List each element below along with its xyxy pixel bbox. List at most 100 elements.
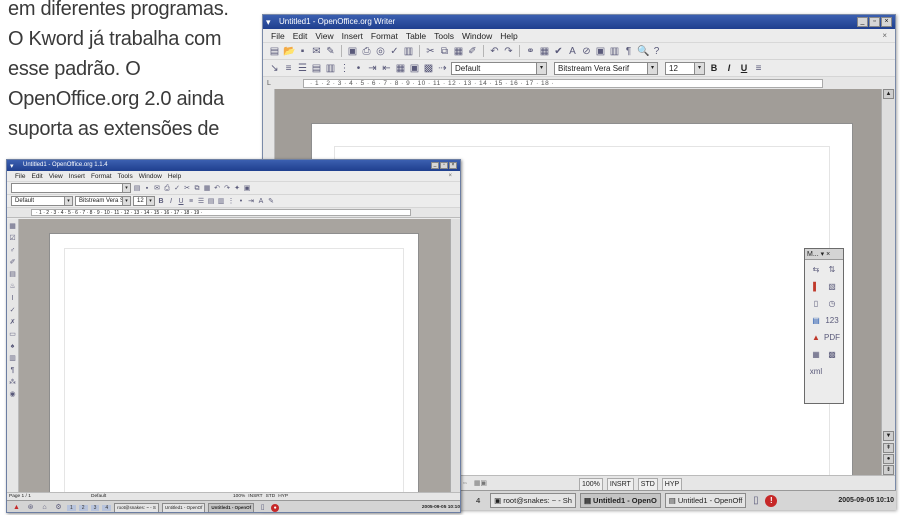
desktop-3[interactable]: 3 [90,504,100,511]
highlighting-icon[interactable]: ✎ [267,197,275,206]
export-pdf-icon[interactable]: ▣ [347,46,358,57]
edit-autotext-icon[interactable]: ♨ [8,282,17,291]
font-color-icon[interactable]: ▦ [395,63,406,74]
taskbar-task-writer-active[interactable]: Untitled1 - OpenOf [208,502,255,512]
new-document-icon[interactable]: ▤ [269,46,280,57]
menu-insert[interactable]: Insert [69,171,85,181]
next-page-icon[interactable]: ⇟ [883,465,894,475]
edit-file-icon[interactable]: ▤ [133,184,141,193]
menu-window[interactable]: Window [462,29,492,42]
align-left-icon[interactable]: ≡ [753,63,764,74]
table-icon[interactable]: ▦ [808,350,824,360]
underline-icon[interactable]: U [177,197,185,206]
align-right-icon[interactable]: ▤ [311,63,322,74]
settings-icon[interactable]: ⚙ [53,502,64,512]
menu-file[interactable]: File [271,29,285,42]
maximize-button[interactable]: ▫ [440,162,448,169]
paragraph-style-select[interactable]: Default ▾ [451,61,547,75]
menu-help[interactable]: Help [168,171,181,181]
underline-button[interactable]: U [738,63,750,73]
desktop-pager[interactable]: 4 [476,496,480,505]
chevron-down-icon[interactable]: ▾ [694,62,704,74]
kde-menu-icon[interactable]: ▲ [11,502,22,512]
gallery-icon[interactable]: ▣ [243,184,251,193]
vertical-scrollbar[interactable] [450,219,460,492]
menu-format[interactable]: Format [91,171,112,181]
justify-icon[interactable]: ▥ [325,63,336,74]
taskbar-task-terminal[interactable]: ▣ root@snakes: ~ - Sh [490,493,576,508]
autospellcheck-icon[interactable]: ▥ [403,46,414,57]
binoculars-icon[interactable]: ♠ [8,342,17,351]
chart-icon[interactable]: ▌ [808,282,824,292]
floating-panel-title[interactable]: M... ▾ × [805,249,843,260]
indent-icon[interactable]: ⇥ [247,197,255,206]
copy-icon[interactable]: ⧉ [439,46,450,57]
insert-object-icon[interactable]: ♂ [8,246,17,255]
align-center-icon[interactable]: ☰ [197,197,205,206]
redo-icon[interactable]: ↷ [223,184,231,193]
save-icon[interactable]: ▪ [143,184,151,193]
clipboard-icon[interactable]: ▯ [750,495,761,506]
help-icon[interactable]: ? [651,46,662,57]
form-icon[interactable]: ▤ [8,270,17,279]
bold-icon[interactable]: B [157,197,165,206]
clock[interactable]: 2005-09-05 10:10 [838,497,894,504]
close-document-icon[interactable]: × [448,171,452,182]
spellcheck-icon[interactable]: ✓ [8,306,17,315]
paste-icon[interactable]: ▦ [203,184,211,193]
page-icon[interactable]: ▯ [808,299,824,309]
italic-button[interactable]: I [723,63,735,73]
chevron-down-icon[interactable]: ▾ [64,197,72,205]
align-center-icon[interactable]: ☰ [297,63,308,74]
autospellcheck-icon[interactable]: ✗ [8,318,17,327]
nonprinting-chars-icon[interactable]: ¶ [623,46,634,57]
show-draw-functions-icon[interactable]: ✔ [553,46,564,57]
number-format-icon[interactable]: 123 [824,316,840,326]
taskbar-task-writer[interactable]: Untitled1 - OpenOf [161,502,206,512]
bullets-icon[interactable]: • [353,63,364,74]
title-bar[interactable]: ▾ Untitled1 - OpenOffice.org 1.1.4 _ ▫ × [7,160,460,171]
chevron-down-icon[interactable]: ▾ [536,62,546,74]
cut-icon[interactable]: ✂ [183,184,191,193]
paragraph-style-select[interactable]: Default ▾ [11,196,73,206]
paste-icon[interactable]: ▦ [453,46,464,57]
taskbar-task-writer-active[interactable]: ▤ Untitled1 - OpenO [579,493,661,508]
menu-window[interactable]: Window [139,171,162,181]
insert-fields-icon[interactable]: ⇆ [808,265,824,275]
font-name-select[interactable]: Bitstream Vera Serif ▾ [554,61,658,75]
previous-page-icon[interactable]: ⇞ [883,443,894,453]
menu-help[interactable]: Help [500,29,517,42]
menu-view[interactable]: View [315,29,333,42]
print-icon[interactable]: ⎙ [361,46,372,57]
navigation-icon[interactable]: ● [883,454,894,464]
draw-icon[interactable]: ✐ [8,258,17,267]
insert-frame-icon[interactable]: ⇅ [824,265,840,275]
insert-icon[interactable]: ▦ [8,222,17,231]
open-icon[interactable]: 📂 [283,46,295,57]
spellcheck-icon[interactable]: ✓ [173,184,181,193]
scroll-down-icon[interactable]: ▼ [883,431,894,441]
redo-icon[interactable]: ↷ [503,46,514,57]
edit-file-icon[interactable]: ✎ [325,46,336,57]
close-button[interactable]: × [881,17,892,27]
find-replace-icon[interactable]: A [567,46,578,57]
title-bar[interactable]: ▾ Untitled1 - OpenOffice.org Writer _ ▫ … [263,15,895,29]
clone-format-icon[interactable]: ✐ [467,46,478,57]
text-cursor-icon[interactable]: I [8,294,17,303]
align-right-icon[interactable]: ▤ [207,197,215,206]
nonprinting-icon[interactable]: ¶ [8,366,17,375]
chevron-down-icon[interactable]: ▾ [122,184,130,192]
menu-format[interactable]: Format [371,29,398,42]
menu-tools[interactable]: Tools [118,171,133,181]
font-color-icon[interactable]: A [257,197,265,206]
gallery-icon[interactable]: ▣ [595,46,606,57]
clock[interactable]: 2005-09-05 10:10 [422,505,460,510]
navigator-icon[interactable]: ⊘ [581,46,592,57]
menu-edit[interactable]: Edit [31,171,42,181]
menu-file[interactable]: File [15,171,25,181]
cut-icon[interactable]: ✂ [425,46,436,57]
bookmark-icon[interactable]: ▲ [808,333,824,343]
undo-icon[interactable]: ↶ [213,184,221,193]
print-icon[interactable]: ⎙ [163,184,171,193]
numbering-icon[interactable]: ⋮ [227,197,235,206]
